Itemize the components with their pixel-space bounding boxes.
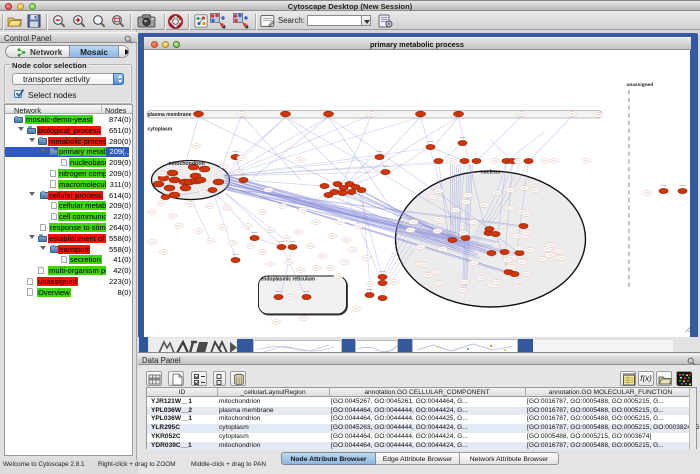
svg-text:cytoplasm: cytoplasm — [147, 127, 172, 133]
svg-text:plasma membrane: plasma membrane — [147, 112, 191, 118]
svg-text:endoplasmic reticulum: endoplasmic reticulum — [260, 277, 315, 283]
svg-text:nucleus: nucleus — [480, 170, 500, 176]
svg-text:mitochondrion: mitochondrion — [168, 161, 204, 167]
svg-text:unassigned: unassigned — [626, 82, 653, 88]
